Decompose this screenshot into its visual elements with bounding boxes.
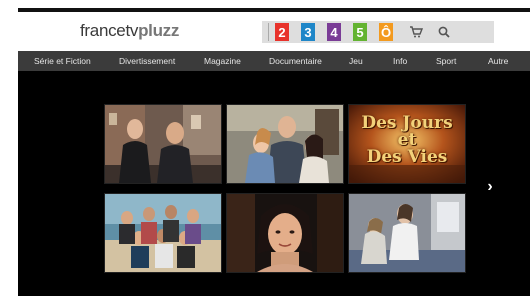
cart-icon [410, 26, 423, 38]
poster-title: Des Jours et Des Vies [361, 113, 453, 167]
tile-family-portrait[interactable] [226, 104, 344, 184]
header: francetvpluzz 2 3 4 5 Ô [18, 12, 530, 51]
nav-item-divertissement[interactable]: Divertissement [119, 51, 175, 71]
nav-item-magazine[interactable]: Magazine [204, 51, 241, 71]
channel-2-button[interactable]: 2 [275, 23, 289, 41]
channel-bar: 2 3 4 5 Ô [262, 21, 494, 43]
francetv-pluzz-logo[interactable]: francetvpluzz [80, 21, 179, 41]
logo-part-1: francetv [80, 21, 139, 40]
nav-item-info[interactable]: Info [393, 51, 407, 71]
nav-item-documentaire[interactable]: Documentaire [269, 51, 322, 71]
channel-4-button[interactable]: 4 [327, 23, 341, 41]
cart-button[interactable] [405, 21, 427, 43]
tile-interior-scene[interactable] [348, 193, 466, 273]
interior-scene-thumbnail [349, 194, 465, 272]
carousel-next-arrow[interactable]: › [484, 179, 496, 195]
divider [268, 23, 269, 41]
nav-item-autre[interactable]: Autre [488, 51, 508, 71]
woman-portrait-thumbnail [227, 194, 343, 272]
nav-item-serie-et-fiction[interactable]: Série et Fiction [34, 51, 91, 71]
carousel: Des Jours et Des Vies › [18, 71, 530, 296]
search-icon [438, 26, 450, 38]
nav-item-jeu[interactable]: Jeu [349, 51, 363, 71]
beach-group-thumbnail [105, 194, 221, 272]
tile-woman-portrait[interactable] [226, 193, 344, 273]
family-portrait-thumbnail [227, 105, 343, 183]
logo-part-2: pluzz [138, 21, 180, 40]
search-button[interactable] [433, 21, 455, 43]
channel-o-button[interactable]: Ô [379, 23, 393, 41]
channel-3-button[interactable]: 3 [301, 23, 315, 41]
tile-beach-group[interactable] [104, 193, 222, 273]
tile-street-scene[interactable] [104, 104, 222, 184]
category-nav: Série et Fiction Divertissement Magazine… [18, 51, 530, 71]
tile-des-jours-et-des-vies[interactable]: Des Jours et Des Vies [348, 104, 466, 184]
nav-item-sport[interactable]: Sport [436, 51, 456, 71]
channel-5-button[interactable]: 5 [353, 23, 367, 41]
street-scene-thumbnail [105, 105, 221, 183]
